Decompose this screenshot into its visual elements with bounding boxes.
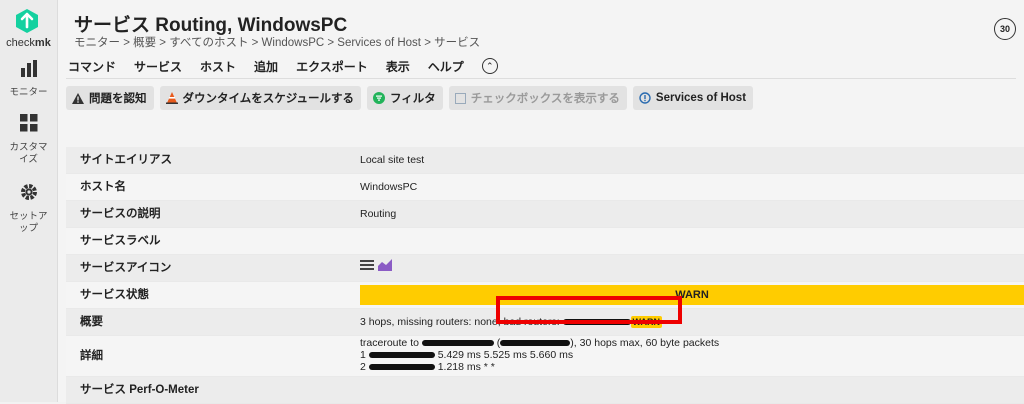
monitor-bars-icon [0, 60, 57, 83]
sidebar-item-customize[interactable]: カスタマイズ [0, 113, 57, 166]
filter-icon [372, 92, 385, 104]
highlight-box [496, 296, 682, 324]
schedule-downtime-button[interactable]: ダウンタイムをスケジュールする [159, 86, 361, 110]
redacted-text [368, 364, 435, 371]
services-of-host-button[interactable]: Services of Host [632, 86, 754, 110]
table-row: サービスアイコン [66, 255, 1024, 282]
breadcrumb[interactable]: モニター > 概要 > すべてのホスト > WindowsPC > Servic… [74, 34, 480, 50]
menu-export[interactable]: エクスポート [296, 58, 368, 75]
menu-display[interactable]: 表示 [386, 58, 410, 75]
menu-bar: コマンド サービス ホスト 追加 エクスポート 表示 ヘルプ ⌃ [68, 56, 498, 76]
status-badge: WARN [360, 285, 1024, 305]
downtime-cone-icon [165, 92, 178, 104]
show-checkboxes-button[interactable]: チェックボックスを表示する [448, 86, 627, 110]
table-row: サービスラベル [66, 228, 1024, 255]
main-area: サービス Routing, WindowsPC モニター > 概要 > すべての… [58, 0, 1024, 404]
redacted-text [368, 352, 435, 359]
service-details-table: サイトエイリアス Local site test ホスト名 WindowsPC … [66, 147, 1024, 404]
graph-icon[interactable] [378, 255, 392, 281]
warning-icon [72, 92, 84, 104]
filter-button[interactable]: フィルタ [366, 86, 443, 110]
services-info-icon [639, 92, 651, 104]
table-row: サービス Perf-O-Meter [66, 377, 1024, 404]
table-row: サイトエイリアス Local site test [66, 147, 1024, 174]
collapse-menu-icon[interactable]: ⌃ [481, 58, 498, 74]
table-row: サービスの説明 Routing [66, 201, 1024, 228]
page-title: サービス Routing, WindowsPC [74, 15, 348, 36]
menu-add[interactable]: 追加 [254, 58, 278, 75]
sidebar-item-monitor[interactable]: モニター [0, 60, 57, 99]
customize-grid-icon [0, 113, 57, 138]
sidebar-item-setup[interactable]: セットアップ [0, 182, 57, 235]
toolbar: 問題を認知 ダウンタイムをスケジュールする フィルタ チェックボックスを表示する… [66, 86, 759, 110]
menu-service[interactable]: サービス [134, 58, 182, 75]
menu-hamburger-icon[interactable] [360, 255, 374, 281]
refresh-countdown-icon[interactable]: 30 [994, 18, 1016, 40]
redacted-text [421, 340, 494, 347]
table-row: ホスト名 WindowsPC [66, 174, 1024, 201]
checkmk-logo-icon[interactable] [14, 8, 40, 34]
setup-gear-icon [0, 182, 57, 207]
menu-help[interactable]: ヘルプ [428, 58, 464, 75]
brand-text: checkmk [6, 37, 51, 49]
checkbox-icon [454, 92, 466, 104]
menu-host[interactable]: ホスト [200, 58, 236, 75]
table-row: 詳細 traceroute to (), 30 hops max, 60 byt… [66, 336, 1024, 377]
menu-commands[interactable]: コマンド [68, 58, 116, 75]
sidebar: checkmk モニター カスタマイズ セットアップ [0, 0, 58, 402]
divider [66, 78, 1016, 79]
acknowledge-button[interactable]: 問題を認知 [66, 86, 154, 110]
redacted-text [500, 340, 571, 347]
